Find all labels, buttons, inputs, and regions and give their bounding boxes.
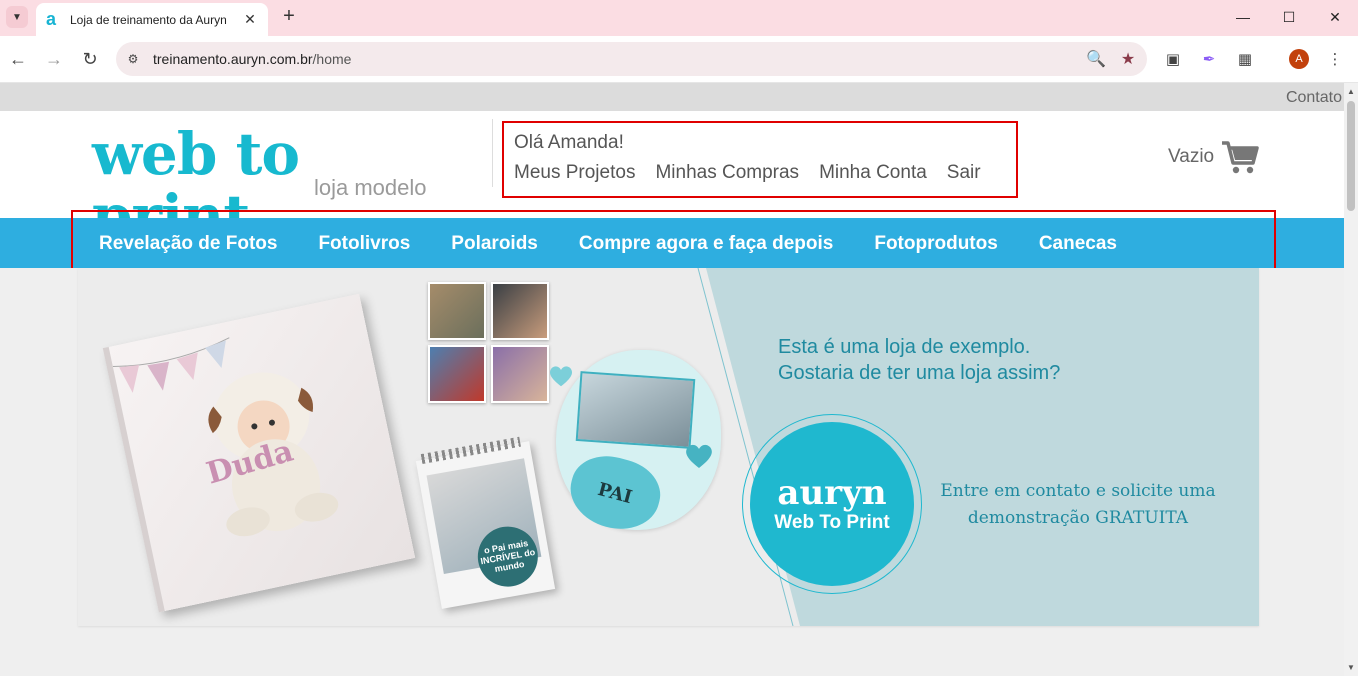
shopping-cart-icon — [1222, 141, 1259, 174]
auryn-brand-name: auryn — [777, 473, 887, 513]
profile-avatar[interactable]: A — [1289, 49, 1309, 69]
page-scrollbar[interactable]: ▲ ▼ — [1344, 83, 1358, 676]
heart-icon — [686, 444, 712, 468]
main-nav-items: Revelação de Fotos Fotolivros Polaroids … — [99, 233, 1158, 255]
contato-link[interactable]: Contato — [1286, 89, 1342, 107]
browser-toolbar: ← → ↻ ⚙ treinamento.auryn.com.br/home 🔍 … — [0, 36, 1358, 83]
top-strip: Contato — [0, 83, 1344, 111]
photo-thumbnail — [491, 282, 549, 340]
promo-line-2: Gostaria de ter uma loja assim? — [778, 362, 1061, 384]
nav-polaroids[interactable]: Polaroids — [451, 233, 538, 255]
minimize-button[interactable]: — — [1220, 4, 1266, 30]
nav-fotolivros[interactable]: Fotolivros — [318, 233, 410, 255]
extension-feather-icon[interactable]: ✒ — [1198, 48, 1220, 70]
demo-text: Entre em contato e solicite uma demonstr… — [928, 478, 1228, 532]
close-tab-icon[interactable]: ✕ — [242, 11, 258, 28]
promo-line-1: Esta é uma loja de exemplo. — [778, 336, 1031, 358]
scroll-up-arrow-icon[interactable]: ▲ — [1347, 87, 1355, 96]
address-bar[interactable]: ⚙ treinamento.auryn.com.br/home 🔍 ★ — [116, 42, 1147, 76]
sair-link[interactable]: Sair — [947, 162, 981, 184]
user-links: Meus Projetos Minhas Compras Minha Conta… — [514, 162, 981, 184]
url-domain: treinamento.auryn.com.br — [153, 51, 313, 67]
meus-projetos-link[interactable]: Meus Projetos — [514, 162, 635, 184]
back-button[interactable]: ← — [6, 47, 30, 71]
demo-line-2: demonstração GRATUITA — [967, 508, 1189, 528]
active-tab[interactable]: a Loja de treinamento da Auryn ✕ — [36, 3, 268, 36]
cart-button[interactable]: Vazio — [1168, 139, 1260, 175]
photo-book-mockup: Duda — [102, 293, 416, 613]
logo-sub-text: loja modelo — [314, 175, 427, 200]
minha-conta-link[interactable]: Minha Conta — [819, 162, 927, 184]
maximize-button[interactable]: ☐ — [1266, 4, 1312, 30]
extensions-puzzle-icon[interactable]: ▦ — [1234, 48, 1256, 70]
nav-compre-agora[interactable]: Compre agora e faça depois — [579, 233, 833, 255]
photo-thumbnail — [491, 345, 549, 403]
magnet-photo — [575, 371, 696, 449]
reload-button[interactable]: ↻ — [78, 47, 102, 71]
page-viewport: Contato web to print loja modelo Olá Ama… — [0, 83, 1344, 676]
magnet-mockup: PAI — [549, 350, 721, 539]
site-header: web to print loja modelo Olá Amanda! Meu… — [0, 111, 1344, 247]
zoom-icon[interactable]: 🔍 — [1083, 46, 1109, 72]
scroll-down-arrow-icon[interactable]: ▼ — [1347, 663, 1355, 672]
demo-line-1: Entre em contato e solicite uma — [940, 481, 1216, 501]
nav-revelacao-de-fotos[interactable]: Revelação de Fotos — [99, 233, 277, 255]
forward-button[interactable]: → — [42, 47, 66, 71]
user-greeting: Olá Amanda! — [514, 132, 624, 153]
tab-title: Loja de treinamento da Auryn — [70, 12, 227, 27]
heart-icon — [549, 366, 573, 387]
scroll-thumb[interactable] — [1347, 101, 1355, 211]
content-area: Duda o Pai mais INCRÍVEL do mundo PAI Es… — [0, 268, 1344, 676]
cart-label: Vazio — [1168, 146, 1215, 167]
tab-search-button[interactable]: ▼ — [6, 6, 28, 28]
auryn-favicon-icon: a — [46, 8, 57, 29]
close-window-button[interactable]: ✕ — [1312, 4, 1358, 30]
url-path: /home — [312, 51, 352, 67]
minhas-compras-link[interactable]: Minhas Compras — [655, 162, 799, 184]
bookmark-star-icon[interactable]: ★ — [1115, 46, 1141, 72]
promo-banner[interactable]: Duda o Pai mais INCRÍVEL do mundo PAI Es… — [78, 268, 1259, 626]
photo-thumbnail — [428, 282, 486, 340]
site-logo[interactable]: web to print loja modelo — [92, 123, 442, 247]
nav-fotoprodutos[interactable]: Fotoprodutos — [874, 233, 997, 255]
url-text[interactable]: treinamento.auryn.com.br/home — [153, 51, 1083, 67]
auryn-brand-circle[interactable]: auryn Web To Print — [750, 422, 914, 586]
auryn-brand-sub: Web To Print — [774, 512, 890, 533]
user-menu-highlight: Olá Amanda! Meus Projetos Minhas Compras… — [502, 121, 1018, 198]
new-tab-button[interactable]: + — [278, 6, 300, 28]
browser-menu-icon[interactable]: ⋮ — [1324, 48, 1346, 70]
nav-canecas[interactable]: Canecas — [1039, 233, 1117, 255]
site-info-icon[interactable]: ⚙ — [122, 48, 144, 70]
extension-shield-icon[interactable]: ▣ — [1162, 48, 1184, 70]
header-divider — [492, 119, 493, 187]
photo-thumbnail — [428, 345, 486, 403]
browser-tab-bar: ▼ a Loja de treinamento da Auryn ✕ + — ☐… — [0, 0, 1358, 36]
